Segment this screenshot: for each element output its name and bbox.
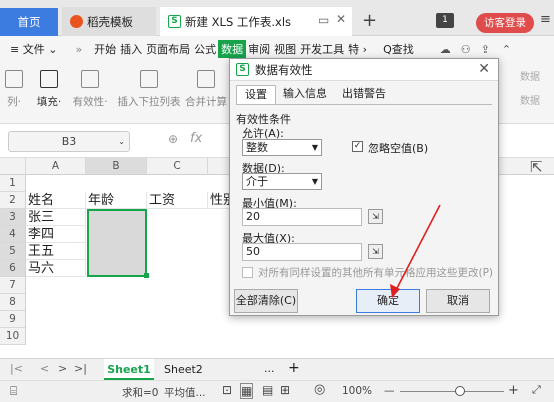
annotation-arrow [390,204,441,298]
